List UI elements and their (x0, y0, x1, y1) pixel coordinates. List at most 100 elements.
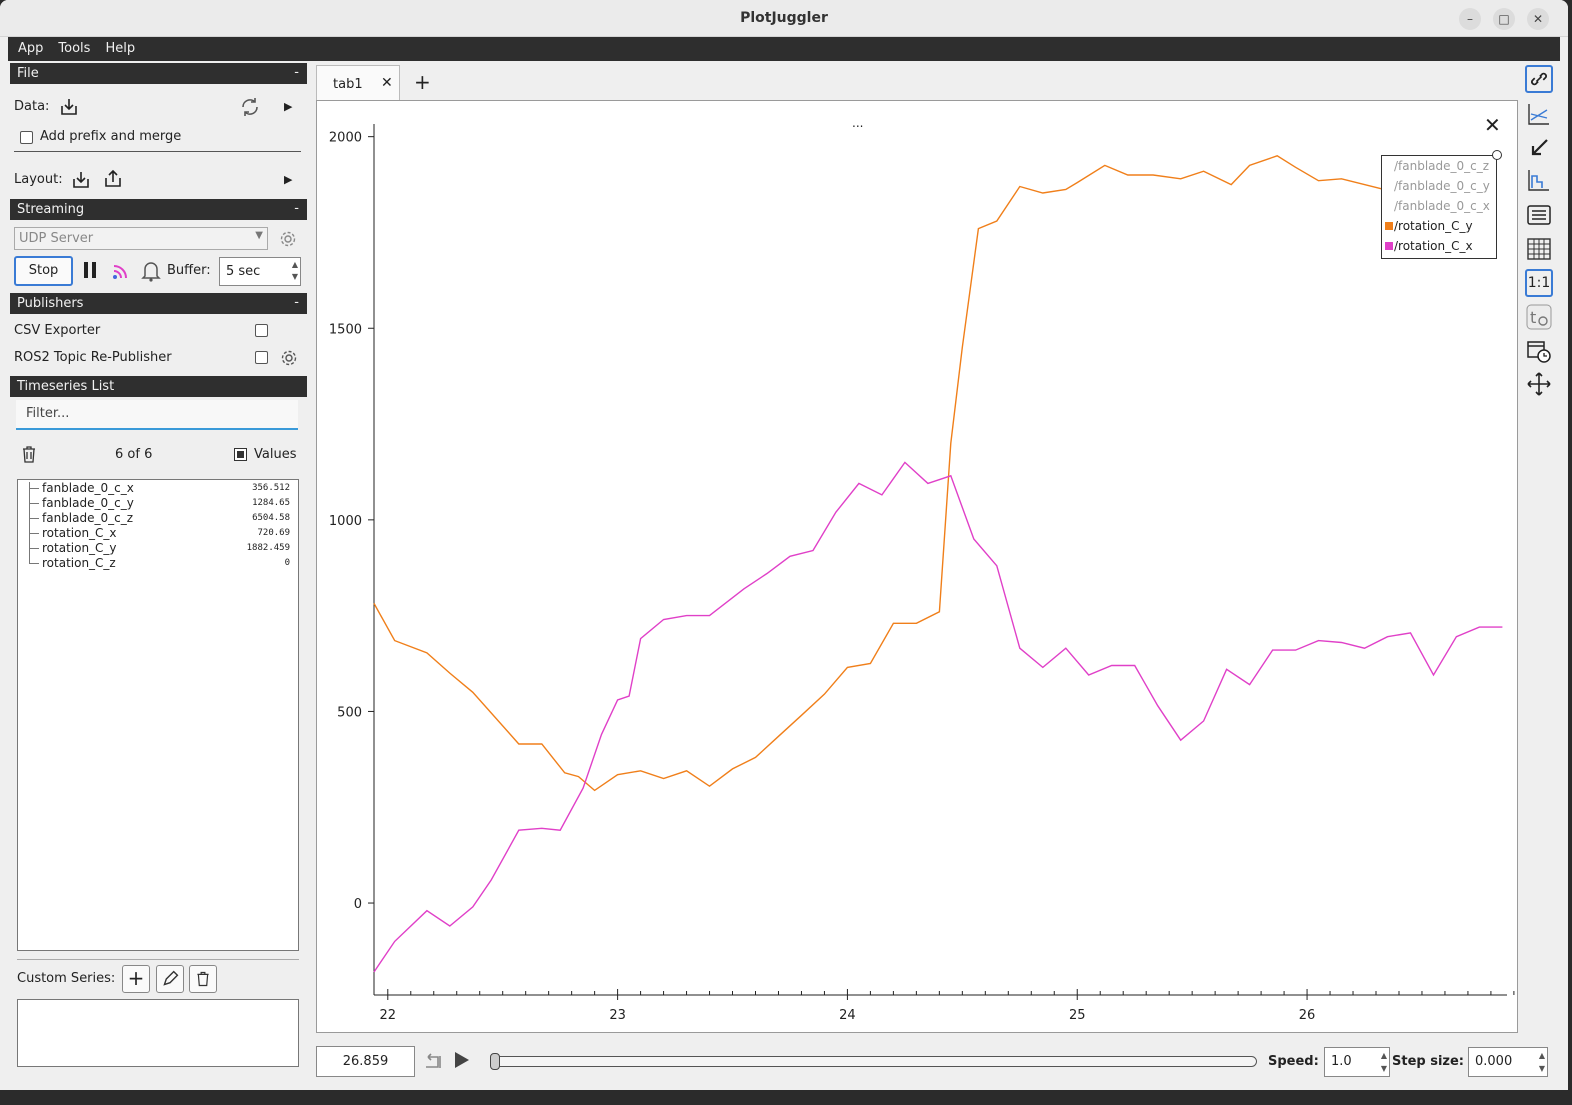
add-custom-series-button[interactable]: + (122, 965, 150, 993)
minimize-button[interactable]: – (1459, 8, 1481, 30)
legend-label: /fanblade_0_c_y (1394, 179, 1490, 193)
edit-pencil-icon[interactable] (156, 965, 184, 993)
tree-row[interactable]: rotation_C_x 720.69 (18, 526, 298, 541)
list-icon[interactable] (1525, 201, 1553, 229)
grid-icon[interactable] (1525, 235, 1553, 263)
menu-tools[interactable]: Tools (43, 37, 90, 56)
custom-series-list[interactable] (17, 999, 299, 1067)
legend[interactable]: /fanblade_0_c_z /fanblade_0_c_y /fanblad… (1381, 150, 1502, 259)
publishers-header-label: Publishers (17, 296, 84, 311)
values-label: Values (254, 447, 297, 462)
loop-icon[interactable] (422, 1052, 444, 1072)
series-value: 6504.58 (252, 513, 290, 523)
buffer-spinbox[interactable]: 5 sec ▲ ▼ (219, 257, 301, 286)
link-icon[interactable] (1525, 65, 1553, 93)
timeseries-section-header[interactable]: Timeseries List (10, 376, 307, 397)
legend-label: /rotation_C_x (1394, 239, 1473, 253)
publishers-section-header[interactable]: Publishers - (10, 293, 307, 314)
divider (14, 151, 301, 152)
speed-spin-arrows-icon[interactable]: ▲ ▼ (1381, 1049, 1387, 1075)
chevron-down-icon: ▼ (255, 230, 263, 241)
trash-icon[interactable] (21, 445, 37, 463)
tree-row[interactable]: fanblade_0_c_y 1284.65 (18, 496, 298, 511)
series-value: 356.512 (252, 483, 290, 493)
tab-close-icon[interactable]: ✕ (381, 75, 393, 91)
import-data-icon[interactable] (59, 97, 79, 117)
pause-icon[interactable] (84, 262, 88, 278)
bell-icon[interactable] (141, 260, 161, 282)
custom-series-label: Custom Series: (17, 971, 116, 986)
streaming-section-header[interactable]: Streaming - (10, 199, 307, 220)
csv-exporter-checkbox[interactable] (255, 324, 268, 337)
close-window-button[interactable]: ✕ (1527, 8, 1549, 30)
y-tick-label: 2000 (329, 131, 362, 146)
ros2-republisher-checkbox[interactable] (255, 351, 268, 364)
broadcast-icon[interactable] (111, 261, 131, 281)
time-slider[interactable] (490, 1053, 1257, 1070)
speed-spinbox[interactable]: 1.0 ▲ ▼ (1324, 1047, 1390, 1077)
timeseries-header-label: Timeseries List (17, 379, 115, 394)
add-tab-button[interactable]: + (414, 70, 431, 94)
plot-area[interactable]: ... ✕ 0 500 1000 1500 2000 22 23 24 25 26 /fanbla… (316, 100, 1518, 1033)
legend-item[interactable]: /fanblade_0_c_y (1382, 176, 1496, 196)
stop-button[interactable]: Stop (14, 256, 73, 286)
spin-arrows-icon[interactable]: ▲ ▼ (292, 259, 298, 283)
filter-input[interactable]: Filter... (16, 400, 298, 430)
legend-item[interactable]: /rotation_C_x (1382, 236, 1496, 256)
layout-expand-arrow-icon[interactable]: ▶ (284, 173, 292, 186)
file-section-header[interactable]: File - (10, 63, 307, 84)
timeseries-tree[interactable]: fanblade_0_c_x 356.512 fanblade_0_c_y 1284… (17, 479, 299, 951)
add-prefix-label: Add prefix and merge (40, 129, 182, 144)
step-size-spinbox[interactable]: 0.000 ▲ ▼ (1468, 1047, 1548, 1077)
tree-row[interactable]: rotation_C_z 0 (18, 556, 298, 571)
slider-handle[interactable] (490, 1053, 500, 1070)
legend-item[interactable]: /fanblade_0_c_x (1382, 196, 1496, 216)
menu-app[interactable]: App (8, 37, 43, 56)
tree-row[interactable]: fanblade_0_c_z 6504.58 (18, 511, 298, 526)
series-name: fanblade_0_c_y (42, 496, 134, 510)
data-expand-arrow-icon[interactable]: ▶ (284, 100, 292, 113)
zoom-arrow-icon[interactable] (1525, 134, 1553, 162)
streaming-source-select[interactable]: UDP Server ▼ (14, 227, 268, 250)
x-tick-label: 25 (1069, 1008, 1086, 1023)
tab-tab1[interactable]: tab1 ✕ (316, 65, 400, 101)
reload-icon[interactable] (239, 96, 261, 118)
delete-custom-series-icon[interactable] (189, 965, 217, 993)
current-time-field[interactable]: 26.859 (316, 1046, 415, 1077)
add-prefix-checkbox[interactable] (20, 131, 33, 144)
svg-text:t: t (1530, 308, 1536, 327)
tree-row[interactable]: rotation_C_y 1882.459 (18, 541, 298, 556)
speed-label: Speed: (1268, 1054, 1319, 1069)
maximize-button[interactable]: □ (1493, 8, 1515, 30)
series-name: rotation_C_x (42, 526, 117, 540)
legend-label: /fanblade_0_c_x (1394, 199, 1490, 213)
values-checkbox[interactable] (234, 448, 247, 461)
y-tick-label: 500 (337, 705, 362, 720)
menu-help[interactable]: Help (90, 37, 135, 56)
menu-bar: App Tools Help (8, 37, 1560, 61)
right-toolbar: 1:1 t (1520, 62, 1560, 462)
series-name: fanblade_0_c_x (42, 481, 134, 495)
load-layout-icon[interactable] (71, 170, 91, 190)
tree-row[interactable]: fanblade_0_c_x 356.512 (18, 481, 298, 496)
x-tick-label: 24 (839, 1008, 856, 1023)
step-spin-arrows-icon[interactable]: ▲ ▼ (1539, 1049, 1545, 1075)
ratio-plot-icon[interactable] (1525, 100, 1553, 128)
streaming-settings-gear-icon[interactable] (279, 230, 297, 248)
legend-item[interactable]: /fanblade_0_c_z (1382, 156, 1496, 176)
save-layout-icon[interactable] (103, 169, 123, 189)
chart-svg[interactable]: 0 500 1000 1500 2000 22 23 24 25 26 (317, 101, 1517, 1032)
histogram-icon[interactable] (1525, 166, 1553, 194)
streaming-header-label: Streaming (17, 202, 85, 217)
time-offset-icon[interactable]: t (1525, 303, 1553, 331)
ros2-settings-gear-icon[interactable] (280, 349, 298, 367)
divider (17, 959, 299, 960)
play-icon[interactable] (455, 1052, 469, 1068)
move-arrows-icon[interactable] (1525, 370, 1553, 398)
filter-placeholder: Filter... (26, 406, 70, 421)
calendar-clock-icon[interactable] (1525, 337, 1553, 365)
series-value: 1284.65 (252, 498, 290, 508)
legend-item[interactable]: /rotation_C_y (1382, 216, 1496, 236)
ratio-1-1-button[interactable]: 1:1 (1525, 269, 1553, 297)
legend-resize-handle[interactable] (1492, 150, 1502, 160)
